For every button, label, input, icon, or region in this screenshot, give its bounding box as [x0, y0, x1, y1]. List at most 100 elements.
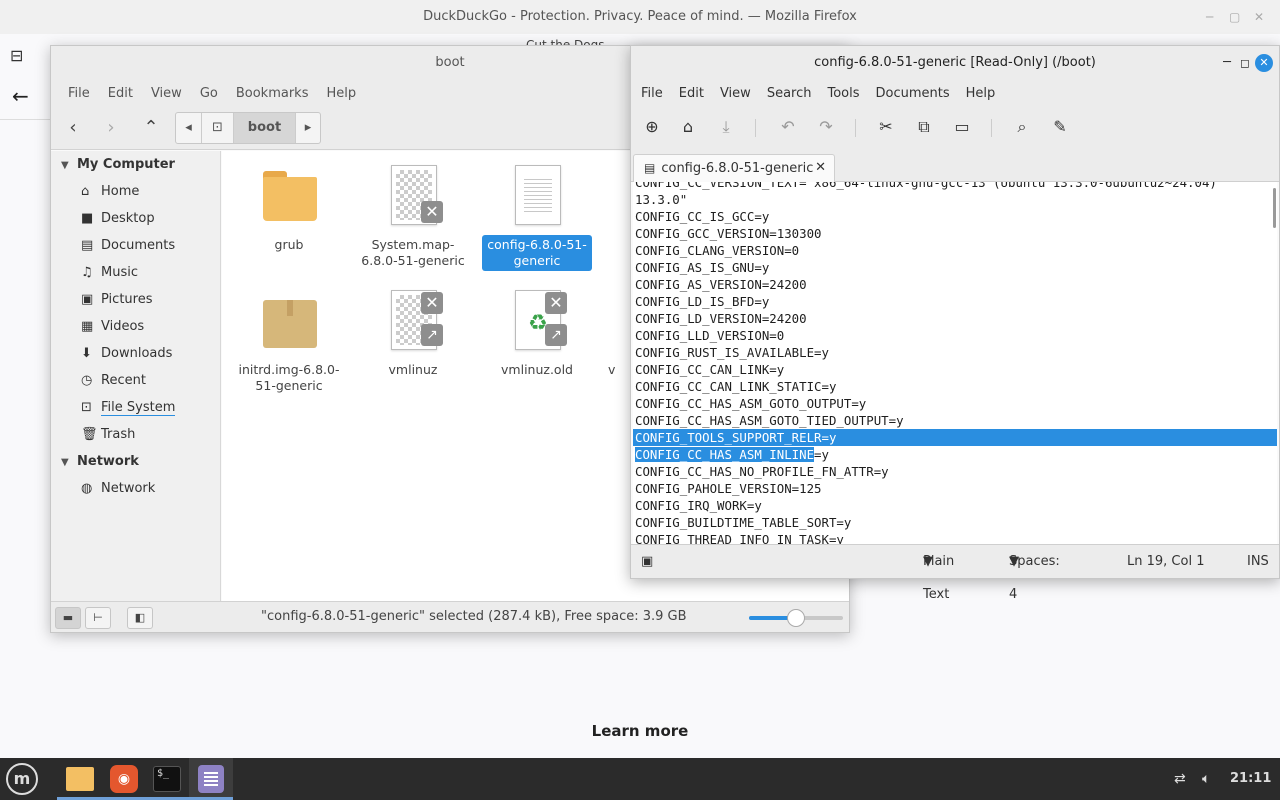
- back-arrow-icon[interactable]: ←: [12, 84, 29, 108]
- find-replace-icon[interactable]: ✎: [1049, 116, 1071, 138]
- menu-file[interactable]: File: [59, 86, 99, 101]
- sidebar-item-documents[interactable]: ▤ Documents: [51, 232, 220, 259]
- menu-help[interactable]: Help: [317, 86, 365, 101]
- code-line: CONFIG_LLD_VERSION=0: [635, 328, 785, 343]
- sidebar-item-home[interactable]: ⌂ Home: [51, 178, 220, 205]
- maximize-icon[interactable]: ▢: [1229, 0, 1240, 34]
- menu-file[interactable]: File: [633, 86, 671, 101]
- paste-icon[interactable]: ▭: [951, 116, 973, 138]
- undo-icon[interactable]: ↶: [777, 116, 799, 138]
- minimize-icon[interactable]: ─: [1206, 0, 1213, 34]
- code-line: CONFIG_THREAD_INFO_IN_TASK=y: [635, 532, 844, 544]
- collapse-arrow-icon: ▼: [61, 160, 69, 171]
- menu-tools[interactable]: Tools: [819, 86, 867, 101]
- taskbar-text-editor[interactable]: [189, 758, 233, 800]
- places-toggle-icon[interactable]: ▬: [55, 607, 81, 629]
- forward-icon[interactable]: ›: [99, 117, 123, 139]
- menu-edit[interactable]: Edit: [99, 86, 142, 101]
- code-line: CONFIG_LD_IS_BFD=y: [635, 294, 770, 309]
- search-icon[interactable]: ⌕: [1011, 116, 1033, 138]
- menu-help[interactable]: Help: [958, 86, 1004, 101]
- taskbar-files[interactable]: [57, 758, 101, 800]
- code-line: CONFIG_CLANG_VERSION=0: [635, 243, 800, 258]
- sidebar: ▼ My Computer ⌂ Home ■ Desktop ▤ Documents ♫…: [51, 151, 221, 602]
- copy-icon[interactable]: ⧉: [913, 116, 935, 138]
- sidebar-item-music[interactable]: ♫ Music: [51, 259, 220, 286]
- trash-icon: 🗑︎: [81, 427, 98, 442]
- sidebar-item-file-system[interactable]: ⊡ File System: [51, 394, 220, 421]
- redo-icon[interactable]: ↷: [815, 116, 837, 138]
- sidebar-item-desktop[interactable]: ■ Desktop: [51, 205, 220, 232]
- minimize-icon[interactable]: ─: [1219, 55, 1235, 71]
- folder-icon: [66, 767, 94, 791]
- sidebar-item-downloads[interactable]: ⬇ Downloads: [51, 340, 220, 367]
- file-item-initrd[interactable]: initrd.img-6.8.0-51-generic: [234, 288, 344, 396]
- editor-menubar: File Edit View Search Tools Documents He…: [631, 80, 1279, 106]
- file-item-system-map[interactable]: ✕ System.map-6.8.0-51-generic: [358, 163, 468, 271]
- drive-icon[interactable]: ⊡: [202, 113, 234, 143]
- menu-go[interactable]: Go: [191, 86, 227, 101]
- sidebar-item-videos[interactable]: ▦ Videos: [51, 313, 220, 340]
- taskbar-terminal[interactable]: $_: [145, 758, 189, 800]
- file-item-partial[interactable]: vml: [576, 288, 616, 380]
- sidebar-section-network[interactable]: ▼ Network: [51, 448, 220, 475]
- sidebar-item-pictures[interactable]: ▣ Pictures: [51, 286, 220, 313]
- menu-view[interactable]: View: [142, 86, 191, 101]
- side-panel-toggle-icon[interactable]: ▣: [641, 545, 653, 578]
- maximize-icon[interactable]: ◻: [1237, 55, 1253, 71]
- menu-bookmarks[interactable]: Bookmarks: [227, 86, 318, 101]
- scrollbar-thumb[interactable]: [1273, 188, 1276, 228]
- clock[interactable]: 21:11: [1230, 758, 1271, 800]
- save-icon[interactable]: ⤓: [715, 116, 737, 138]
- close-icon[interactable]: ✕: [1255, 54, 1273, 72]
- collapse-arrow-icon: ▼: [61, 457, 69, 468]
- mint-logo-icon: m: [6, 763, 38, 795]
- path-boot-button[interactable]: boot: [234, 113, 296, 143]
- file-item-config[interactable]: config-6.8.0-51-generic: [482, 163, 592, 271]
- close-icon[interactable]: ✕: [1254, 0, 1264, 34]
- path-left-arrow-icon[interactable]: ◂: [176, 113, 202, 143]
- code-line: CONFIG_CC_VERSION_TEXT="x86_64-linux-gnu…: [635, 182, 1217, 190]
- code-line: CONFIG_BUILDTIME_TABLE_SORT=y: [635, 515, 852, 530]
- broken-image-icon: ✕: [381, 163, 445, 229]
- menu-search[interactable]: Search: [759, 86, 820, 101]
- sidebar-item-trash[interactable]: 🗑︎ Trash: [51, 421, 220, 448]
- menu-view[interactable]: View: [712, 86, 759, 101]
- globe-icon: ◍: [81, 481, 93, 496]
- file-item-grub[interactable]: grub: [234, 163, 344, 255]
- file-item-vmlinuz[interactable]: ✕ ↗ vmlinuz: [358, 288, 468, 380]
- cut-icon[interactable]: ✂: [875, 116, 897, 138]
- open-folder-icon[interactable]: ⌂: [677, 116, 699, 138]
- code-line: CONFIG_CC_CAN_LINK=y: [635, 362, 785, 377]
- sidebar-item-recent[interactable]: ◷ Recent: [51, 367, 220, 394]
- music-icon: ♫: [81, 265, 93, 280]
- back-icon[interactable]: ‹: [61, 117, 85, 139]
- code-line: CONFIG_CC_HAS_NO_PROFILE_FN_ATTR=y: [635, 464, 889, 479]
- zoom-slider[interactable]: [749, 609, 843, 627]
- menu-edit[interactable]: Edit: [671, 86, 712, 101]
- editor-window-title: config-6.8.0-51-generic [Read-Only] (/bo…: [631, 46, 1279, 80]
- new-document-icon[interactable]: ⊕: [641, 116, 663, 138]
- tab-overview-icon[interactable]: ⊟: [10, 46, 32, 65]
- chevron-down-icon: ▼: [1009, 554, 1019, 569]
- sidebar-item-network[interactable]: ◍ Network: [51, 475, 220, 502]
- menu-button[interactable]: m: [0, 758, 44, 800]
- code-line: CONFIG_PAHOLE_VERSION=125: [635, 481, 822, 496]
- taskbar-firefox[interactable]: ◉: [101, 758, 145, 800]
- menu-documents[interactable]: Documents: [868, 86, 958, 101]
- tab-close-icon[interactable]: ✕: [815, 155, 826, 181]
- sidebar-section-my-computer[interactable]: ▼ My Computer: [51, 151, 220, 178]
- path-right-arrow-icon[interactable]: ▸: [296, 113, 320, 143]
- editor-tab[interactable]: ▤ config-6.8.0-51-generic ✕: [633, 154, 835, 182]
- up-icon[interactable]: ⌃: [139, 117, 163, 139]
- zoom-slider-knob[interactable]: [787, 609, 805, 627]
- learn-more-link[interactable]: Learn more: [0, 722, 1280, 740]
- text-file-icon: ▤: [644, 161, 656, 175]
- network-icon[interactable]: ⇄: [1174, 758, 1186, 800]
- hide-sidebar-icon[interactable]: ◧: [127, 607, 153, 629]
- documents-icon: ▤: [81, 238, 94, 253]
- volume-icon[interactable]: 🔈︎: [1202, 758, 1210, 800]
- editor-text-area[interactable]: CONFIG_CC_VERSION_TEXT="x86_64-linux-gnu…: [633, 182, 1277, 544]
- broken-link-icon: ♻ ✕ ↗: [505, 288, 569, 354]
- tree-view-icon[interactable]: ⊢: [85, 607, 111, 629]
